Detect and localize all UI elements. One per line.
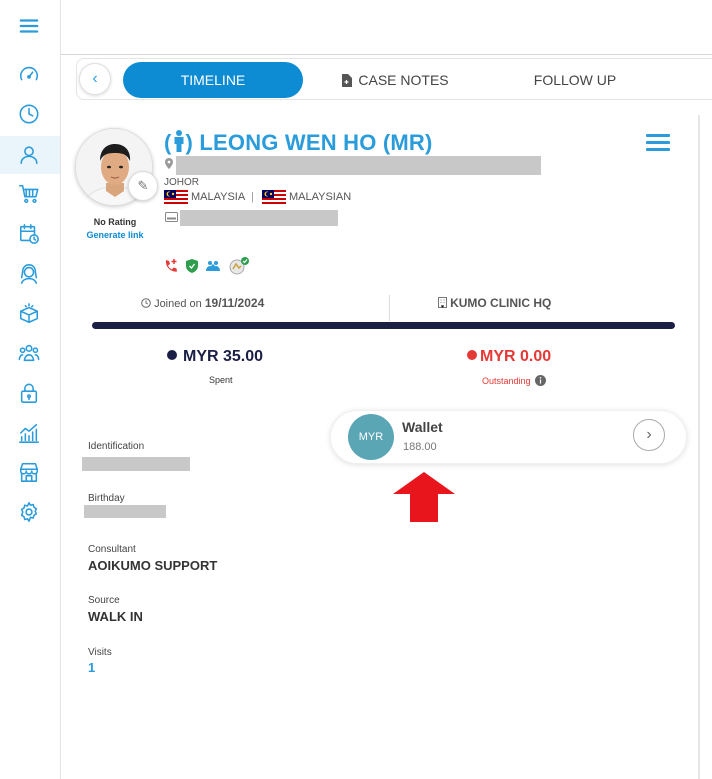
store-icon[interactable] (17, 460, 41, 484)
location-pin-icon (165, 158, 173, 172)
visits-value: 1 (88, 660, 96, 675)
top-bar (61, 0, 712, 55)
redacted-birthday (84, 505, 166, 518)
redacted-identification (82, 457, 190, 471)
shield-icon (186, 259, 198, 273)
consultant-label: Consultant (88, 544, 136, 555)
pencil-icon: ✎ (137, 178, 149, 193)
spent-label: Spent (209, 375, 233, 385)
malaysia-flag-icon-nationality (262, 190, 286, 204)
wallet-open-button[interactable]: › (633, 419, 665, 451)
spent-progress-bar (92, 322, 675, 329)
tab-follow-up[interactable]: FOLLOW UP (525, 62, 625, 98)
cart-icon[interactable] (17, 182, 41, 206)
lock-icon[interactable] (17, 381, 41, 405)
user-icon[interactable] (17, 143, 41, 167)
gear-icon[interactable] (17, 500, 41, 524)
tab-timeline[interactable]: TIMELINE (123, 62, 303, 98)
malaysia-flag-icon (164, 190, 188, 204)
male-icon: () (164, 130, 194, 155)
outstanding-dot (467, 350, 477, 360)
identification-label: Identification (88, 441, 145, 452)
clock-icon[interactable] (17, 102, 41, 126)
document-icon (342, 73, 353, 87)
outstanding-label-text: Outstanding (482, 376, 531, 386)
id-card-icon (165, 212, 178, 225)
redacted-address (176, 156, 541, 175)
wallet-balance: 188.00 (403, 441, 437, 453)
hamburger-menu-icon[interactable] (17, 14, 41, 38)
calendar-clock-icon[interactable] (17, 222, 41, 246)
consultant-value: AOIKUMO SUPPORT (88, 558, 218, 573)
generate-link[interactable]: Generate link (78, 230, 152, 240)
visits-label: Visits (88, 647, 112, 658)
profile-menu-button[interactable] (646, 134, 670, 154)
birthday-label: Birthday (88, 493, 125, 504)
outstanding-amount: MYR 0.00 (467, 348, 551, 366)
wallet-title: Wallet (402, 419, 443, 435)
tab-follow-up-label: FOLLOW UP (533, 72, 617, 88)
stats-divider (389, 295, 390, 321)
source-value: WALK IN (88, 609, 143, 624)
chart-icon[interactable] (17, 421, 41, 445)
tab-case-notes[interactable]: CASE NOTES (340, 62, 450, 98)
clinic-name: KUMO CLINIC HQ (450, 296, 552, 310)
annotation-arrow-icon (393, 472, 455, 522)
patient-name: () LEONG WEN HO (MR) (164, 130, 433, 156)
spent-dot (167, 350, 177, 360)
phone-alert-icon (165, 259, 177, 272)
tab-case-notes-label: CASE NOTES (358, 72, 449, 88)
wallet-currency-badge: MYR (348, 414, 394, 460)
clinic-info: KUMO CLINIC HQ (438, 296, 551, 310)
joined-info: Joined on 19/11/2024 (141, 296, 264, 310)
joined-date: 19/11/2024 (204, 296, 265, 310)
joined-prefix: Joined on (154, 298, 202, 310)
tab-timeline-label: TIMELINE (180, 72, 246, 88)
speedometer-icon[interactable] (17, 63, 41, 87)
info-icon[interactable] (535, 375, 547, 386)
spent-amount-text: MYR 35.00 (183, 348, 264, 365)
patient-name-text: LEONG WEN HO (MR) (199, 130, 433, 155)
chevron-right-icon: › (646, 426, 652, 443)
rating-text: No Rating (93, 217, 137, 227)
outstanding-amount-text: MYR 0.00 (480, 348, 552, 365)
country-text: MALAYSIA (191, 191, 246, 203)
state-text: JOHOR (164, 177, 199, 188)
source-label: Source (88, 595, 120, 606)
nationality-text: MALAYSIAN (289, 191, 352, 203)
chevron-left-icon: ‹ (92, 70, 98, 87)
outstanding-label: Outstanding (482, 375, 547, 386)
back-button[interactable]: ‹ (79, 63, 111, 95)
sidebar (0, 0, 61, 779)
status-icons (164, 257, 250, 275)
clock-small-icon (141, 298, 151, 308)
person-hair-icon[interactable] (17, 262, 41, 286)
redacted-contact (180, 210, 338, 226)
edit-photo-button[interactable]: ✎ (128, 171, 158, 201)
separator: | (251, 191, 254, 203)
group-icon[interactable] (17, 341, 41, 365)
verified-badge-icon (229, 257, 249, 275)
spent-amount: MYR 35.00 (167, 348, 263, 366)
building-icon (438, 297, 447, 308)
family-icon (206, 261, 220, 271)
box-icon[interactable] (17, 302, 41, 326)
